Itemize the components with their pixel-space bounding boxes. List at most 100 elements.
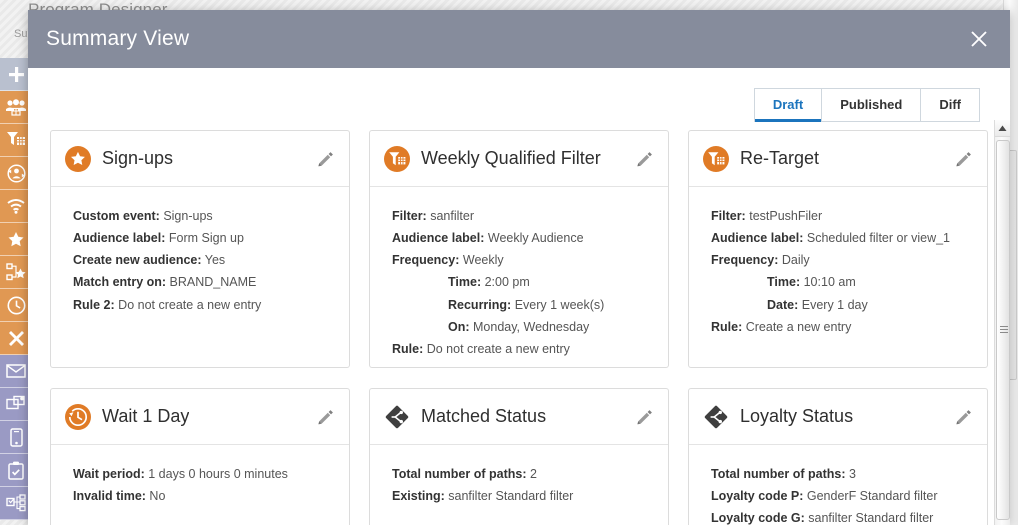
detail-value: BRAND_NAME — [169, 275, 257, 290]
modal-scrollbar[interactable] — [994, 120, 1010, 525]
detail-value: Form Sign up — [168, 231, 244, 246]
close-icon[interactable] — [966, 26, 992, 52]
card-detail-row: Audience label: Scheduled filter or view… — [711, 227, 973, 249]
card-title: Matched Status — [421, 406, 547, 426]
detail-value: Yes — [204, 253, 226, 268]
tab-diff[interactable]: Diff — [921, 89, 979, 121]
summary-card: Wait 1 Day Wait period: 1 days 0 hours 0 … — [50, 388, 350, 525]
card-detail-row: Audience label: Weekly Audience — [392, 227, 654, 249]
card-detail-row: Audience label: Form Sign up — [73, 227, 335, 249]
pencil-icon[interactable] — [953, 406, 975, 428]
detail-key: Create new audience: — [73, 253, 202, 268]
card-title: Sign-ups — [102, 148, 174, 168]
card-detail-row: Filter: sanfilter — [392, 205, 654, 227]
pencil-icon[interactable] — [315, 406, 337, 428]
tab-group: Draft Published Diff — [753, 88, 980, 122]
card-detail-row: Time: 2:00 pm — [392, 271, 654, 293]
detail-value: No — [149, 489, 166, 504]
card-detail-row: Create new audience: Yes — [73, 249, 335, 271]
card-detail-row: Time: 10:10 am — [711, 271, 973, 293]
modal-body: Draft Published Diff Sign-ups Custom event:… — [28, 68, 1010, 525]
tab-published[interactable]: Published — [822, 89, 922, 121]
detail-key: Time: — [448, 275, 482, 290]
detail-value: sanfilter Standard filter — [448, 489, 574, 504]
card-header: Loyalty Status — [689, 389, 987, 445]
detail-value: GenderF Standard filter — [806, 489, 938, 504]
decision-split-icon — [384, 404, 410, 430]
card-detail-row: Loyalty code P: GenderF Standard filter — [711, 485, 973, 507]
detail-key: Date: — [767, 297, 799, 312]
modal-scrollbar-thumb[interactable] — [996, 140, 1010, 520]
detail-key: Rule: — [711, 319, 743, 334]
card-detail-row: Custom event: Sign-ups — [73, 205, 335, 227]
card-header: Re-Target — [689, 131, 987, 187]
detail-value: 2 — [529, 467, 537, 481]
detail-key: Time: — [767, 275, 801, 290]
detail-key: Filter: — [711, 209, 746, 223]
summary-view-modal: Summary View Draft Published Diff Sign-ups… — [28, 10, 1010, 525]
detail-value: Sign-ups — [163, 209, 213, 223]
detail-value: Weekly Audience — [487, 231, 584, 246]
modal-title: Summary View — [46, 27, 190, 50]
card-title: Re-Target — [740, 148, 820, 168]
detail-key: Match entry on: — [73, 275, 167, 290]
pencil-icon[interactable] — [315, 148, 337, 170]
card-detail-row: Rule 2: Do not create a new entry — [73, 294, 335, 316]
card-header: Matched Status — [370, 389, 668, 445]
detail-value: Do not create a new entry — [426, 341, 570, 356]
detail-value: sanfilter Standard filter — [808, 511, 934, 525]
detail-value: Scheduled filter or view_1 — [806, 231, 951, 246]
card-body: Wait period: 1 days 0 hours 0 minutes Inv… — [51, 445, 349, 517]
summary-card: Weekly Qualified Filter Filter: sanfilter… — [369, 130, 669, 368]
card-detail-row: Filter: testPushFiler — [711, 205, 973, 227]
detail-key: On: — [448, 319, 470, 334]
detail-key: Total number of paths: — [392, 467, 527, 481]
detail-value: Create a new entry — [745, 319, 852, 334]
card-detail-row: Match entry on: BRAND_NAME — [73, 271, 335, 293]
summary-card: Re-Target Filter: testPushFiler Audience l… — [688, 130, 988, 368]
detail-value: Monday, Wednesday — [473, 319, 590, 334]
detail-value: Do not create a new entry — [118, 297, 262, 312]
detail-key: Loyalty code G: — [711, 511, 805, 525]
pencil-icon[interactable] — [953, 148, 975, 170]
card-detail-row: Rule: Create a new entry — [711, 316, 973, 338]
tab-draft[interactable]: Draft — [754, 89, 823, 122]
detail-key: Recurring: — [448, 297, 512, 312]
card-header: Wait 1 Day — [51, 389, 349, 445]
detail-key: Rule 2: — [73, 297, 115, 312]
card-detail-row: Existing: sanfilter Standard filter — [392, 485, 654, 507]
modal-header: Summary View — [28, 10, 1010, 68]
pencil-icon[interactable] — [634, 148, 656, 170]
scroll-up-arrow-icon[interactable] — [995, 120, 1010, 137]
card-detail-row: Total number of paths: 2 — [392, 463, 654, 485]
detail-value: Daily — [781, 253, 810, 268]
detail-value: Weekly — [462, 253, 504, 268]
star-badge-icon — [65, 145, 91, 172]
tab-strip: Draft Published Diff — [28, 68, 1010, 122]
detail-key: Audience label: — [73, 231, 166, 246]
card-body: Filter: testPushFiler Audience label: Sch… — [689, 187, 987, 348]
card-detail-row: Total number of paths: 3 — [711, 463, 973, 485]
pencil-icon[interactable] — [634, 406, 656, 428]
detail-value: 1 days 0 hours 0 minutes — [148, 467, 288, 481]
card-title: Loyalty Status — [740, 406, 854, 426]
card-detail-row: Loyalty code G: sanfilter Standard filte… — [711, 507, 973, 525]
detail-key: Existing: — [392, 489, 445, 504]
detail-value: testPushFiler — [749, 209, 823, 223]
detail-key: Frequency: — [392, 253, 460, 268]
detail-key: Custom event: — [73, 209, 160, 223]
detail-value: sanfilter — [430, 209, 474, 223]
detail-key: Total number of paths: — [711, 467, 846, 481]
detail-value: 2:00 pm — [484, 275, 530, 290]
summary-card: Matched Status Total number of paths: 2 Ex… — [369, 388, 669, 525]
card-body: Custom event: Sign-ups Audience label: Fo… — [51, 187, 349, 326]
detail-value: 3 — [848, 467, 856, 481]
card-header: Sign-ups — [51, 131, 349, 187]
detail-key: Loyalty code P: — [711, 489, 804, 504]
card-detail-row: Frequency: Weekly — [392, 249, 654, 271]
card-detail-row: Date: Every 1 day — [711, 294, 973, 316]
card-detail-row: On: Monday, Wednesday — [392, 316, 654, 338]
detail-key: Filter: — [392, 209, 427, 223]
cards-grid: Sign-ups Custom event: Sign-ups Audience l… — [28, 130, 994, 525]
detail-key: Invalid time: — [73, 489, 146, 504]
